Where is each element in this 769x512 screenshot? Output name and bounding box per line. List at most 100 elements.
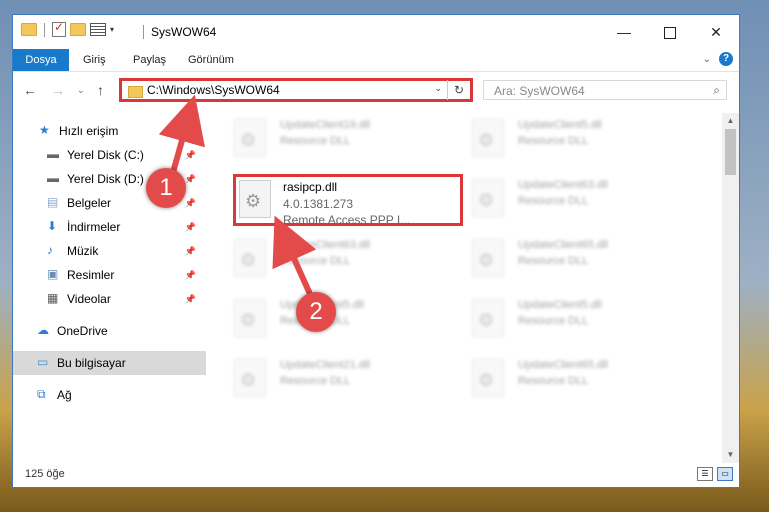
sidebar-item[interactable]: ♪ Müzik 📌 bbox=[13, 239, 206, 263]
sidebar-item[interactable]: ▭ Bu bilgisayar bbox=[13, 351, 206, 375]
sidebar-item[interactable]: ☁ OneDrive bbox=[13, 319, 206, 343]
properties-check-icon[interactable] bbox=[52, 20, 66, 37]
separator bbox=[143, 25, 144, 39]
up-arrow-icon[interactable]: ↑ bbox=[97, 82, 104, 98]
pin-icon[interactable]: 📌 bbox=[185, 167, 196, 191]
file-tile[interactable]: UpdateClient63.dll Resource DLL bbox=[223, 233, 453, 285]
download-icon: ⬇ bbox=[47, 219, 58, 233]
pin-icon[interactable]: 📌 bbox=[185, 191, 196, 215]
file-tile[interactable]: UpdateClient65.dll Resource DLL bbox=[461, 233, 691, 285]
maximize-button[interactable] bbox=[647, 15, 693, 49]
sidebar-item-label: Yerel Disk (D:) bbox=[67, 172, 144, 186]
drive-icon: ▬ bbox=[47, 171, 59, 185]
sidebar-item[interactable]: ▣ Resimler 📌 bbox=[13, 263, 206, 287]
quick-access-toolbar: ▾ bbox=[21, 20, 114, 37]
file-name: UpdateClient5.dll bbox=[518, 299, 602, 311]
file-name: UpdateClient19.dll bbox=[280, 119, 370, 131]
sidebar-item-label: Yerel Disk (C:) bbox=[67, 148, 144, 162]
file-name: rasipcp.dll bbox=[283, 180, 338, 194]
file-tile[interactable]: UpdateClient65.dll Resource DLL bbox=[461, 353, 691, 405]
sidebar-item[interactable]: ▦ Videolar 📌 bbox=[13, 287, 206, 311]
search-input[interactable]: Ara: SysWOW64 ⌕ bbox=[483, 80, 727, 100]
dll-file-icon bbox=[234, 119, 266, 157]
new-folder-icon[interactable] bbox=[70, 23, 86, 36]
music-icon: ♪ bbox=[47, 243, 53, 257]
navigation-bar: ← → ⌄ ↑ C:\Windows\SysWOW64 ⌄ ↻ Ara: Sys… bbox=[13, 75, 739, 105]
expand-ribbon-icon[interactable]: ⌄ bbox=[703, 54, 711, 65]
file-description: Resource DLL bbox=[518, 375, 589, 387]
file-tile[interactable]: UpdateClient21.dll Resource DLL bbox=[223, 353, 453, 405]
file-description: Resource DLL bbox=[280, 255, 351, 267]
search-placeholder: Ara: SysWOW64 bbox=[494, 84, 585, 98]
maximize-icon bbox=[664, 27, 676, 40]
navigation-pane: ★ Hızlı erişim ▬ Yerel Disk (C:) 📌 ▬ Yerel Dis… bbox=[13, 113, 206, 463]
sidebar-item[interactable]: ★ Hızlı erişim bbox=[13, 119, 206, 143]
network-icon: ⧉ bbox=[37, 387, 46, 401]
step-badge-1: 1 bbox=[146, 168, 186, 208]
dll-file-icon bbox=[234, 239, 266, 277]
recent-locations-icon[interactable]: ⌄ bbox=[77, 85, 85, 96]
customize-dropdown-icon[interactable]: ▾ bbox=[110, 25, 114, 34]
separator bbox=[44, 22, 45, 37]
pin-icon[interactable]: 📌 bbox=[185, 287, 196, 311]
details-view-icon[interactable]: ☰ bbox=[697, 467, 713, 481]
scroll-down-icon[interactable]: ▼ bbox=[722, 447, 739, 463]
dll-file-icon bbox=[472, 359, 504, 397]
scroll-thumb[interactable] bbox=[725, 129, 736, 175]
address-bar[interactable]: C:\Windows\SysWOW64 ⌄ ↻ bbox=[119, 78, 473, 102]
refresh-icon[interactable]: ↻ bbox=[447, 80, 470, 100]
view-icon[interactable] bbox=[90, 23, 106, 36]
file-tile[interactable]: UpdateClient63.dll Resource DLL bbox=[461, 173, 691, 225]
sidebar-item-label: Müzik bbox=[67, 244, 99, 258]
dll-file-icon bbox=[234, 299, 266, 337]
file-description: Resource DLL bbox=[518, 255, 589, 267]
window-title: SysWOW64 bbox=[151, 25, 217, 39]
file-tile[interactable]: UpdateClient5.dll Resource DLL bbox=[223, 293, 453, 345]
sidebar-item-label: OneDrive bbox=[57, 324, 108, 338]
forward-arrow-icon[interactable]: → bbox=[51, 82, 65, 98]
tab-share[interactable]: Paylaş bbox=[133, 49, 166, 71]
file-list: UpdateClient19.dll Resource DLL rasipcp.… bbox=[223, 113, 723, 463]
drive-icon: ▬ bbox=[47, 147, 59, 161]
help-icon[interactable]: ? bbox=[719, 52, 733, 66]
file-tile[interactable]: UpdateClient5.dll Resource DLL bbox=[461, 113, 691, 165]
file-name: UpdateClient63.dll bbox=[518, 179, 608, 191]
view-switcher: ☰ ▭ bbox=[697, 467, 733, 481]
search-icon[interactable]: ⌕ bbox=[713, 83, 720, 98]
file-tile[interactable]: UpdateClient19.dll Resource DLL bbox=[223, 113, 453, 165]
file-version: 4.0.1381.273 bbox=[283, 197, 354, 211]
close-button[interactable]: ✕ bbox=[693, 15, 739, 49]
status-bar: 125 öğe ☰ ▭ bbox=[13, 463, 739, 487]
folder-icon bbox=[128, 86, 143, 98]
tab-file[interactable]: Dosya bbox=[13, 49, 69, 71]
file-tile[interactable]: UpdateClient5.dll Resource DLL bbox=[461, 293, 691, 345]
computer-icon: ▭ bbox=[37, 355, 49, 369]
vertical-scrollbar[interactable]: ▲ ▼ bbox=[722, 113, 739, 463]
sidebar-item[interactable]: ⬇ İndirmeler 📌 bbox=[13, 215, 206, 239]
sidebar-item-label: Videolar bbox=[67, 292, 111, 306]
item-count: 125 öğe bbox=[25, 468, 65, 480]
pin-icon[interactable]: 📌 bbox=[185, 239, 196, 263]
sidebar-item-label: İndirmeler bbox=[67, 220, 121, 234]
sidebar-item[interactable]: ⧉ Ağ bbox=[13, 383, 206, 407]
minimize-button[interactable]: — bbox=[601, 15, 647, 49]
folder-icon bbox=[21, 23, 37, 36]
file-tile-highlighted[interactable]: rasipcp.dll 4.0.1381.273 Remote Access P… bbox=[233, 174, 463, 227]
address-path[interactable]: C:\Windows\SysWOW64 bbox=[147, 83, 280, 97]
pin-icon[interactable]: 📌 bbox=[185, 143, 196, 167]
sidebar-item-label: Hızlı erişim bbox=[59, 124, 119, 138]
tiles-view-icon[interactable]: ▭ bbox=[717, 467, 733, 481]
sidebar-item-label: Resimler bbox=[67, 268, 115, 282]
cloud-icon: ☁ bbox=[37, 323, 49, 337]
address-dropdown-icon[interactable]: ⌄ bbox=[434, 83, 442, 94]
scroll-up-icon[interactable]: ▲ bbox=[722, 113, 739, 129]
tab-view[interactable]: Görünüm bbox=[188, 49, 234, 71]
sidebar-item[interactable]: ▬ Yerel Disk (C:) 📌 bbox=[13, 143, 206, 167]
dll-file-icon bbox=[472, 119, 504, 157]
file-description: Resource DLL bbox=[518, 135, 589, 147]
back-arrow-icon[interactable]: ← bbox=[23, 82, 37, 98]
file-name: UpdateClient5.dll bbox=[518, 119, 602, 131]
tab-home[interactable]: Giriş bbox=[83, 49, 106, 71]
pin-icon[interactable]: 📌 bbox=[185, 263, 196, 287]
pin-icon[interactable]: 📌 bbox=[185, 215, 196, 239]
